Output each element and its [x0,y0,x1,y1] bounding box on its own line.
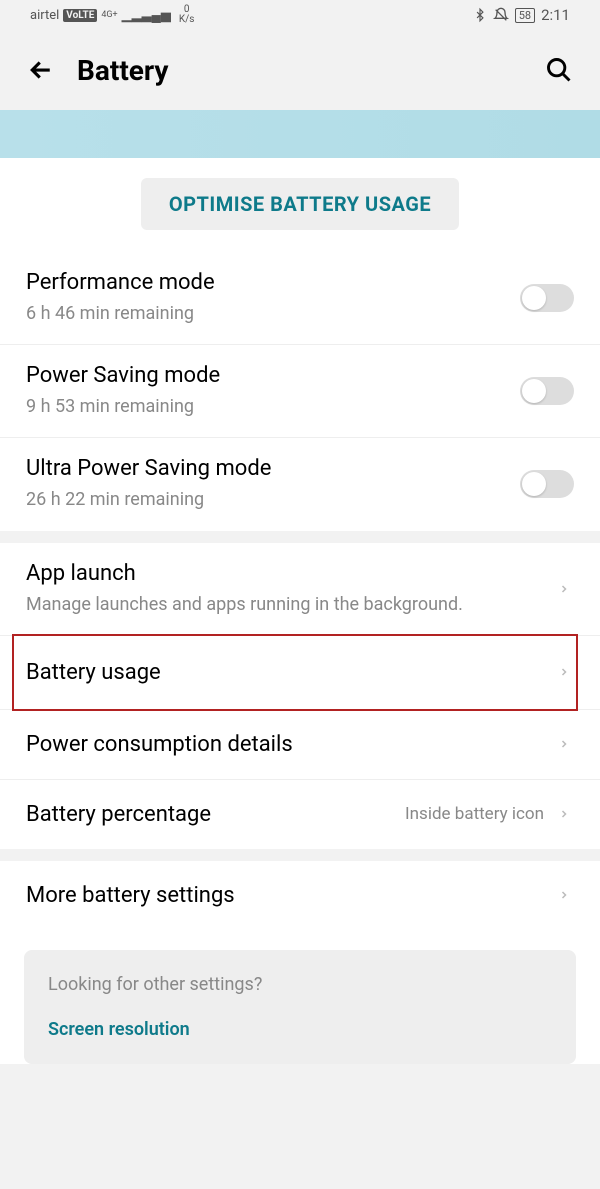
power-saving-toggle[interactable] [520,377,574,405]
suggestion-link[interactable]: Screen resolution [48,1019,552,1040]
row-subtitle: Manage launches and apps running in the … [26,592,554,617]
row-subtitle: 6 h 46 min remaining [26,301,520,326]
modes-list: Performance mode 6 h 46 min remaining Po… [0,252,600,531]
ultra-power-saving-row[interactable]: Ultra Power Saving mode 26 h 22 min rema… [0,438,600,530]
battery-usage-row[interactable]: Battery usage [0,636,600,710]
optimise-button[interactable]: OPTIMISE BATTERY USAGE [141,178,459,230]
row-subtitle: 9 h 53 min remaining [26,394,520,419]
bluetooth-icon [473,7,487,23]
suggestion-card: Looking for other settings? Screen resol… [24,950,576,1064]
row-title: Battery usage [26,660,554,685]
power-saving-row[interactable]: Power Saving mode 9 h 53 min remaining [0,345,600,438]
performance-toggle[interactable] [520,284,574,312]
ultra-power-saving-toggle[interactable] [520,470,574,498]
page-title: Battery [77,54,523,87]
carrier-label: airtel [30,8,59,23]
volte-badge: VoLTE [63,9,97,22]
row-value: Inside battery icon [405,803,544,825]
back-button[interactable] [25,54,57,86]
status-right: 58 2:11 [473,6,570,24]
more-settings-row[interactable]: More battery settings [0,861,600,930]
clock: 2:11 [541,6,570,24]
row-title: Power consumption details [26,732,554,757]
performance-mode-row[interactable]: Performance mode 6 h 46 min remaining [0,252,600,345]
chevron-right-icon [554,734,574,754]
suggestion-question: Looking for other settings? [48,974,552,995]
more-list: More battery settings [0,861,600,930]
battery-graph[interactable] [0,110,600,158]
chevron-right-icon [554,579,574,599]
search-button[interactable] [543,54,575,86]
chevron-right-icon [554,804,574,824]
row-subtitle: 26 h 22 min remaining [26,487,520,512]
speed-indicator: 0 K/s [179,5,195,25]
status-left: airtel VoLTE 4G+ ▁▂▃▄▅ 0 K/s [30,5,194,25]
settings-list: App launch Manage launches and apps runn… [0,543,600,849]
app-launch-row[interactable]: App launch Manage launches and apps runn… [0,543,600,636]
power-consumption-row[interactable]: Power consumption details [0,710,600,780]
battery-icon: 58 [515,8,535,23]
chevron-right-icon [554,885,574,905]
row-title: Performance mode [26,270,520,295]
row-title: Battery percentage [26,802,405,827]
battery-percentage-row[interactable]: Battery percentage Inside battery icon [0,780,600,849]
status-bar: airtel VoLTE 4G+ ▁▂▃▄▅ 0 K/s 58 2:11 [0,0,600,30]
row-title: More battery settings [26,883,554,908]
chevron-right-icon [554,662,574,682]
row-title: Power Saving mode [26,363,520,388]
signal-icon: ▁▂▃▄▅ [122,7,171,23]
section-divider [0,531,600,543]
row-title: App launch [26,561,554,586]
header: Battery [0,30,600,110]
network-type: 4G+ [101,11,117,20]
optimise-section: OPTIMISE BATTERY USAGE [0,158,600,252]
section-divider [0,849,600,861]
dnd-icon [493,7,509,23]
row-title: Ultra Power Saving mode [26,456,520,481]
